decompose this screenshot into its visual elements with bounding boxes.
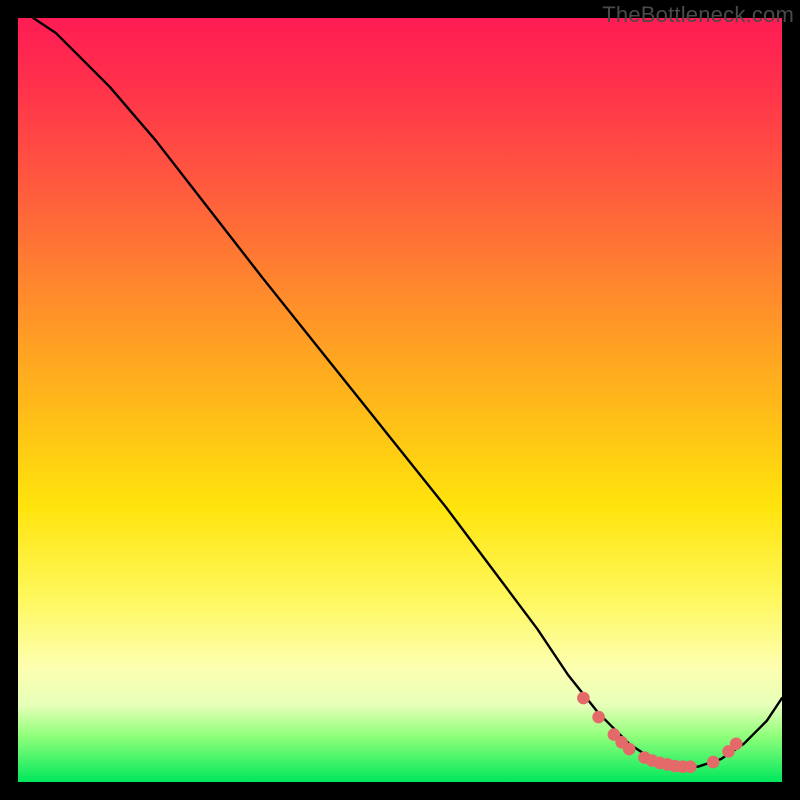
data-point [684,760,697,773]
bottleneck-curve [33,18,782,767]
chart-svg [18,18,782,782]
curve-path [33,18,782,767]
plot-area [18,18,782,782]
data-point [592,711,605,724]
data-point [623,743,636,756]
data-point [577,692,590,705]
data-point [707,756,720,769]
watermark-text: TheBottleneck.com [602,2,794,28]
chart-frame: TheBottleneck.com [0,0,800,800]
data-point [730,738,743,751]
data-points [577,692,742,773]
